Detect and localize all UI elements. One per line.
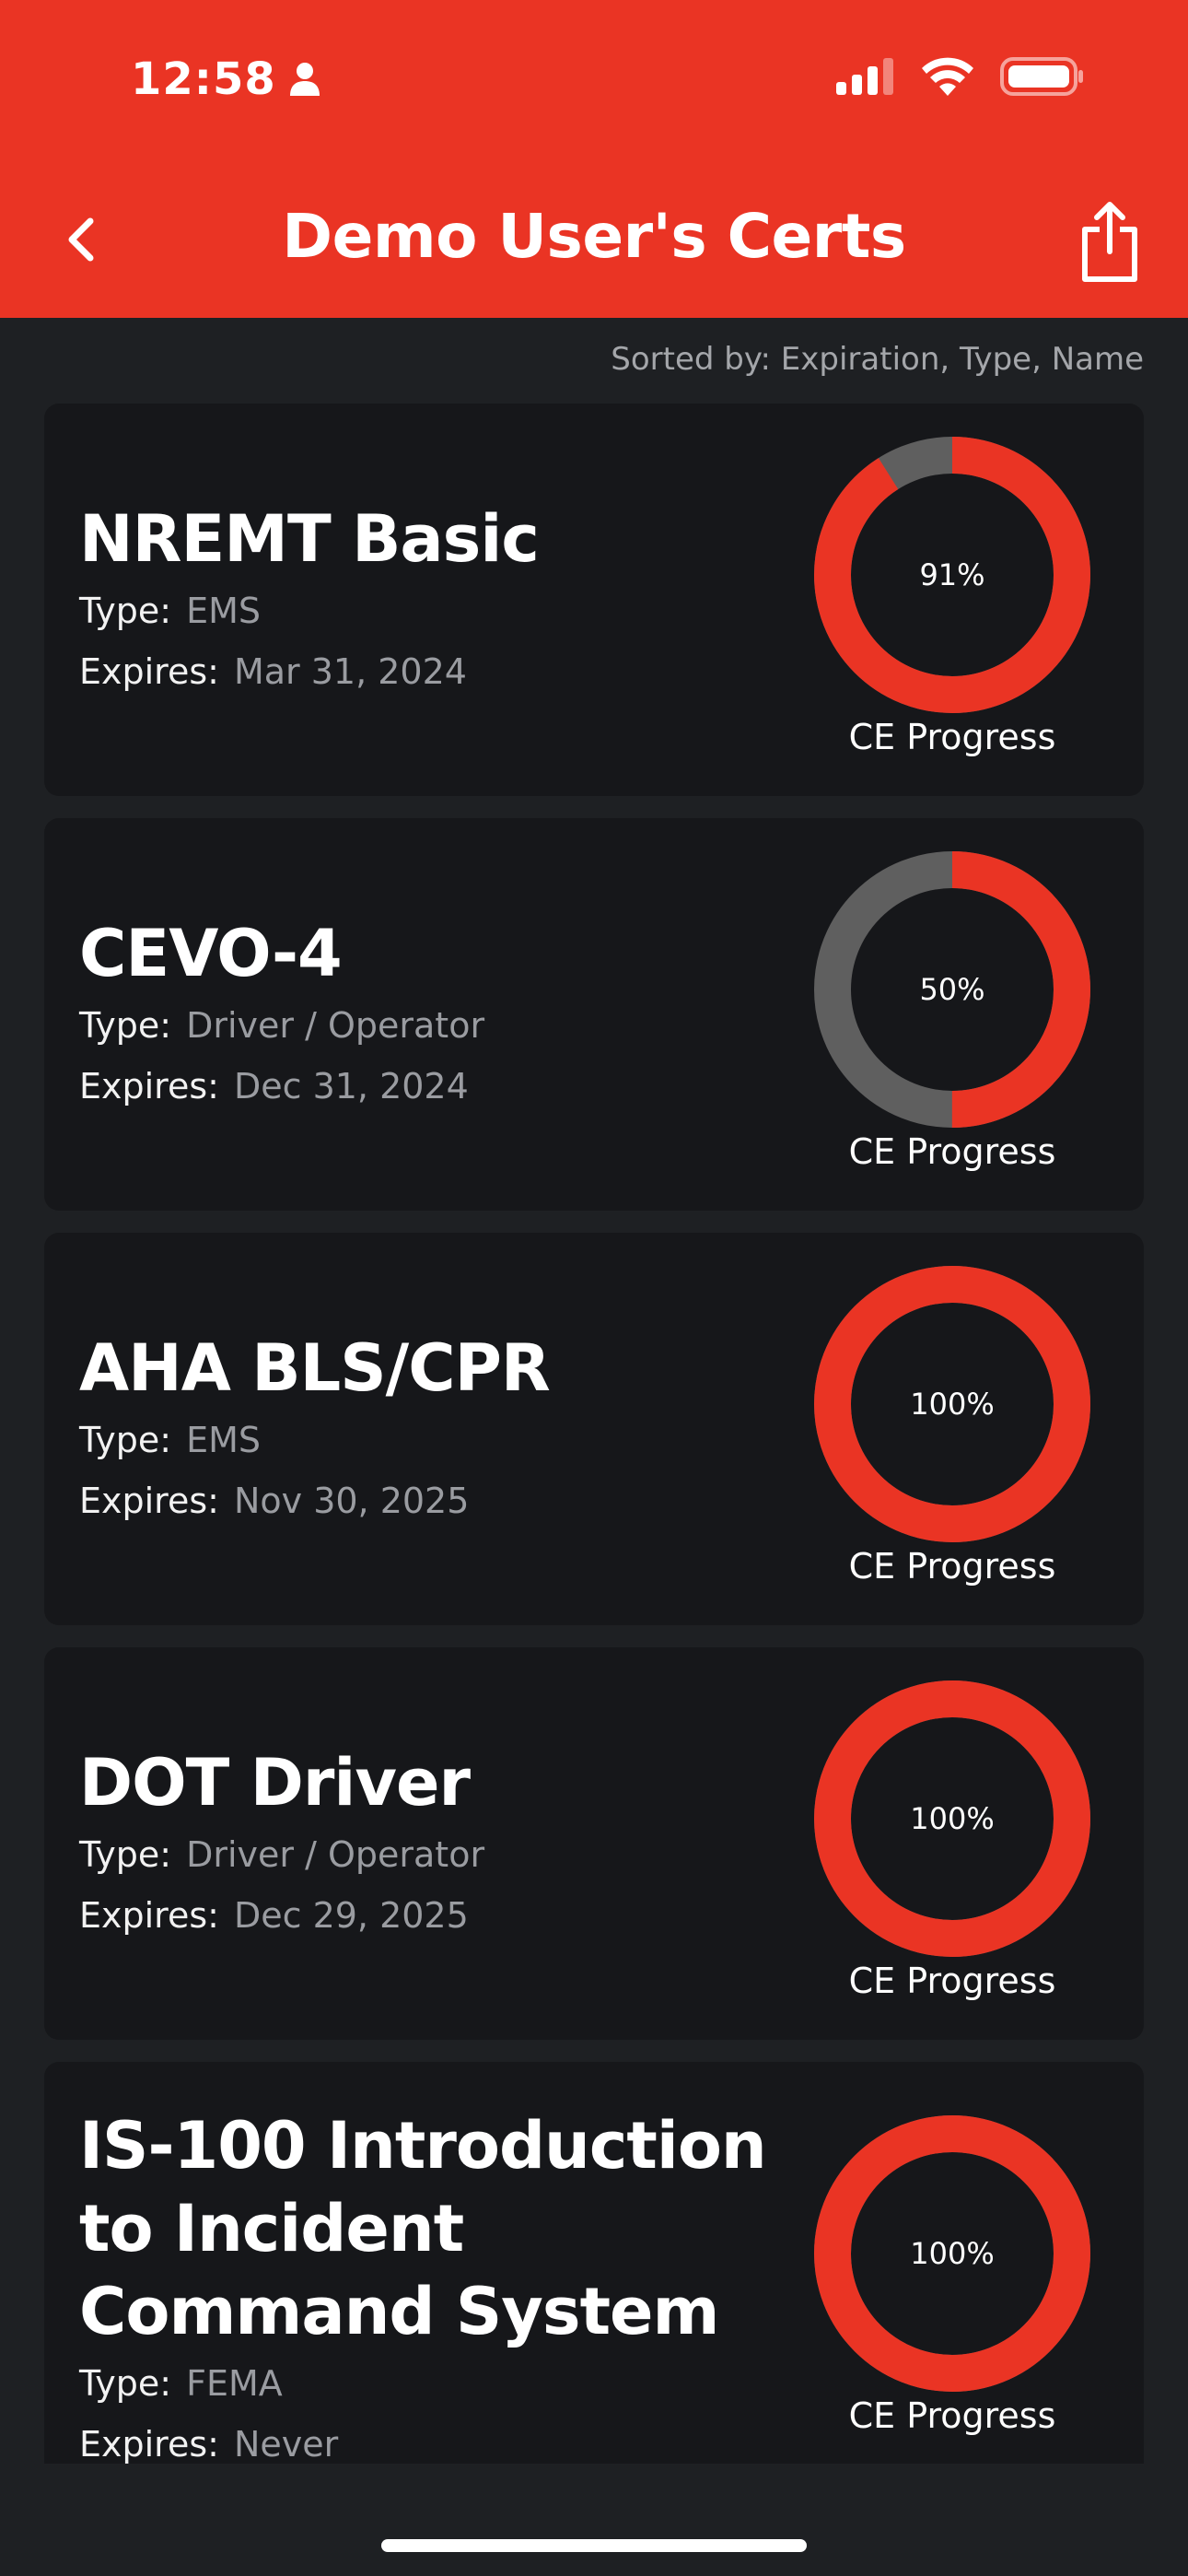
cert-info: NREMT Basic Type: EMS Expires: Mar 31, 2… bbox=[79, 498, 540, 702]
cert-card[interactable]: NREMT Basic Type: EMS Expires: Mar 31, 2… bbox=[44, 404, 1144, 796]
cert-expires-row: Expires: Never bbox=[79, 2414, 798, 2464]
expires-value: Nov 30, 2025 bbox=[233, 1481, 470, 1521]
cert-type-row: Type: Driver / Operator bbox=[79, 1824, 484, 1885]
status-time-text: 12:58 bbox=[131, 53, 276, 105]
person-icon bbox=[289, 63, 320, 96]
progress-caption: CE Progress bbox=[848, 1546, 1056, 1587]
expires-key: Expires: bbox=[79, 1895, 219, 1936]
progress-caption: CE Progress bbox=[848, 717, 1056, 757]
expires-key: Expires: bbox=[79, 651, 219, 692]
expires-key: Expires: bbox=[79, 1481, 219, 1521]
cert-name: NREMT Basic bbox=[79, 501, 540, 577]
cert-name: IS-100 Introduction to Incident Command … bbox=[79, 2108, 767, 2349]
cert-type-row: Type: EMS bbox=[79, 1410, 550, 1470]
ce-progress-ring: 91% CE Progress bbox=[805, 437, 1100, 757]
page-title: Demo User's Certs bbox=[282, 201, 906, 272]
share-icon bbox=[1082, 202, 1137, 282]
type-value: Driver / Operator bbox=[186, 1834, 485, 1875]
type-value: Driver / Operator bbox=[186, 1005, 485, 1046]
type-key: Type: bbox=[79, 2363, 172, 2404]
home-indicator[interactable] bbox=[381, 2539, 807, 2552]
ce-progress-ring: 100% CE Progress bbox=[805, 1266, 1100, 1587]
progress-caption: CE Progress bbox=[848, 2395, 1056, 2436]
expires-key: Expires: bbox=[79, 1066, 219, 1107]
battery-icon bbox=[1000, 57, 1083, 96]
nav-header: 12:58 Demo User's Certs bbox=[0, 0, 1188, 318]
cert-card[interactable]: CEVO-4 Type: Driver / Operator Expires: … bbox=[44, 818, 1144, 1211]
progress-percent: 100% bbox=[910, 1387, 995, 1422]
ce-progress-ring: 100% CE Progress bbox=[805, 1680, 1100, 2001]
expires-key: Expires: bbox=[79, 2424, 219, 2464]
cert-info: DOT Driver Type: Driver / Operator Expir… bbox=[79, 1741, 484, 1946]
type-value: FEMA bbox=[186, 2363, 283, 2404]
cert-name: DOT Driver bbox=[79, 1745, 471, 1821]
cert-type-row: Type: EMS bbox=[79, 580, 539, 641]
type-key: Type: bbox=[79, 1834, 172, 1875]
expires-value: Never bbox=[233, 2424, 339, 2464]
type-value: EMS bbox=[186, 1420, 262, 1460]
progress-percent: 100% bbox=[910, 2236, 995, 2271]
cert-expires-row: Expires: Dec 31, 2024 bbox=[79, 1056, 484, 1117]
status-icons bbox=[836, 57, 1085, 96]
cert-type-row: Type: Driver / Operator bbox=[79, 995, 484, 1056]
cert-info: IS-100 Introduction to Incident Command … bbox=[79, 2104, 798, 2464]
progress-percent: 50% bbox=[919, 972, 985, 1007]
cert-expires-row: Expires: Mar 31, 2024 bbox=[79, 641, 539, 702]
expires-value: Dec 29, 2025 bbox=[233, 1895, 469, 1936]
expires-value: Mar 31, 2024 bbox=[233, 651, 467, 692]
wifi-icon bbox=[922, 57, 973, 96]
cert-list[interactable]: NREMT Basic Type: EMS Expires: Mar 31, 2… bbox=[44, 404, 1144, 2464]
share-button[interactable] bbox=[1068, 195, 1151, 287]
cert-card[interactable]: DOT Driver Type: Driver / Operator Expir… bbox=[44, 1647, 1144, 2040]
type-key: Type: bbox=[79, 1005, 172, 1046]
cellular-signal-icon bbox=[836, 58, 893, 95]
cert-expires-row: Expires: Dec 29, 2025 bbox=[79, 1885, 484, 1946]
progress-caption: CE Progress bbox=[848, 1961, 1056, 2001]
progress-caption: CE Progress bbox=[848, 1131, 1056, 1172]
ce-progress-ring: 100% CE Progress bbox=[805, 2115, 1100, 2436]
cert-card[interactable]: AHA BLS/CPR Type: EMS Expires: Nov 30, 2… bbox=[44, 1233, 1144, 1625]
type-value: EMS bbox=[186, 591, 262, 631]
status-time: 12:58 bbox=[131, 53, 320, 105]
cert-name: AHA BLS/CPR bbox=[79, 1330, 551, 1406]
cert-type-row: Type: FEMA bbox=[79, 2353, 798, 2414]
sort-label: Sorted by: Expiration, Type, Name bbox=[611, 341, 1144, 378]
cert-info: CEVO-4 Type: Driver / Operator Expires: … bbox=[79, 912, 484, 1117]
ce-progress-ring: 50% CE Progress bbox=[805, 851, 1100, 1172]
cert-name: CEVO-4 bbox=[79, 916, 343, 991]
type-key: Type: bbox=[79, 1420, 172, 1460]
type-key: Type: bbox=[79, 591, 172, 631]
cert-card[interactable]: IS-100 Introduction to Incident Command … bbox=[44, 2062, 1144, 2464]
cert-expires-row: Expires: Nov 30, 2025 bbox=[79, 1470, 550, 1531]
expires-value: Dec 31, 2024 bbox=[233, 1066, 469, 1107]
progress-percent: 100% bbox=[910, 1801, 995, 1836]
cert-info: AHA BLS/CPR Type: EMS Expires: Nov 30, 2… bbox=[79, 1327, 551, 1531]
progress-percent: 91% bbox=[919, 557, 985, 592]
